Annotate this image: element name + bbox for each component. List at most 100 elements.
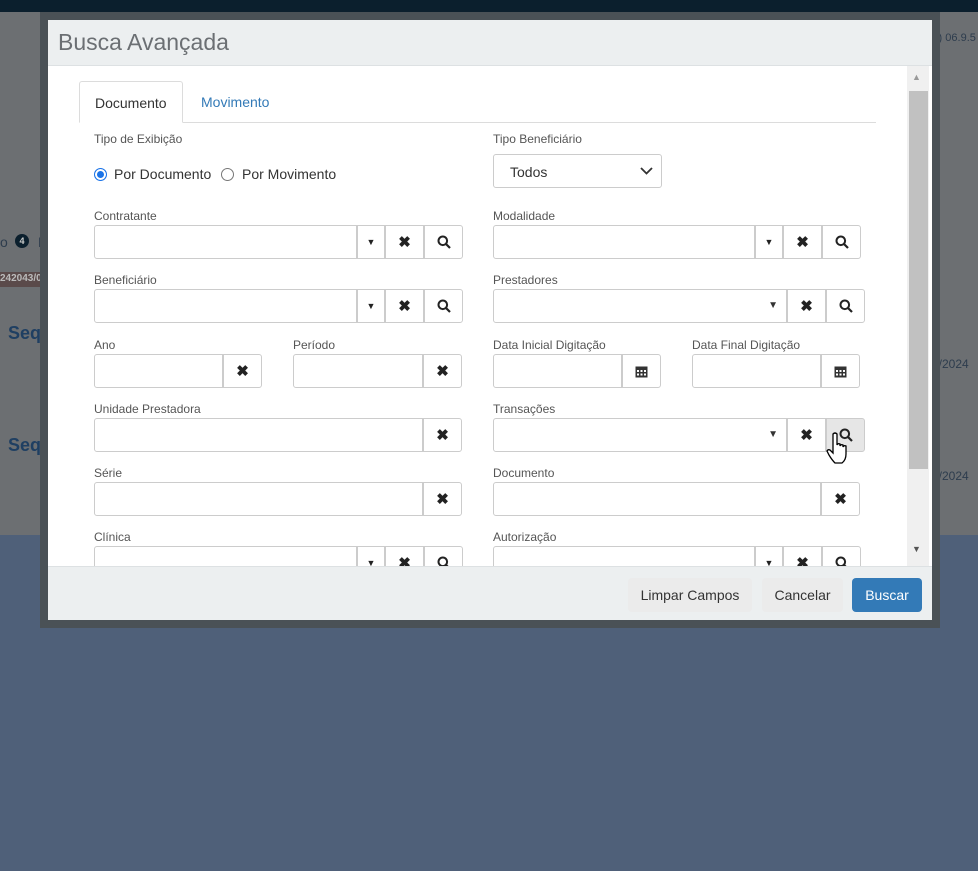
clear-icon: ✖ — [436, 491, 449, 508]
serie-label: Série — [94, 466, 123, 480]
top-bar — [0, 0, 978, 12]
modalidade-clear-button[interactable]: ✖ — [783, 225, 822, 259]
modal-body: Documento Movimento Tipo de Exibição Por… — [48, 66, 932, 566]
unidade-label: Unidade Prestadora — [94, 402, 201, 416]
beneficiario-label: Beneficiário — [94, 273, 157, 287]
dropdown-icon: ▼ — [366, 558, 376, 566]
search-icon — [437, 235, 451, 249]
search-icon — [835, 235, 849, 249]
clear-icon: ✖ — [398, 234, 411, 251]
tipo-beneficiario-select[interactable]: Todos — [493, 154, 662, 188]
serie-input[interactable] — [94, 482, 423, 516]
ano-label: Ano — [94, 338, 116, 352]
transacoes-select[interactable]: ▼ — [493, 418, 787, 452]
unidade-input[interactable] — [94, 418, 423, 452]
modalidade-input[interactable] — [493, 225, 755, 259]
documento-clear-button[interactable]: ✖ — [821, 482, 860, 516]
clear-icon: ✖ — [796, 234, 809, 251]
radio-label-por-movimento[interactable]: Por Movimento — [242, 166, 336, 182]
tab-movimento[interactable]: Movimento — [186, 81, 284, 123]
hand-cursor-icon — [826, 432, 847, 464]
prestadores-select[interactable]: ▼ — [493, 289, 787, 323]
data_inicial-label: Data Inicial Digitação — [493, 338, 606, 352]
scrollbar-thumb[interactable] — [909, 91, 928, 469]
transacoes-label: Transações — [493, 402, 556, 416]
autorizacao-dropdown-button[interactable]: ▼ — [755, 546, 783, 566]
tab-divider — [79, 122, 876, 123]
contratante-search-button[interactable] — [424, 225, 463, 259]
clear-icon: ✖ — [398, 555, 411, 566]
clinica-search-button[interactable] — [424, 546, 463, 566]
radio-por-documento[interactable] — [94, 168, 107, 181]
transacoes-clear-button[interactable]: ✖ — [787, 418, 826, 452]
data_final-calendar-button[interactable] — [821, 354, 860, 388]
tipo-beneficiario-value: Todos — [510, 164, 548, 180]
contratante-label: Contratante — [94, 209, 157, 223]
clear-icon: ✖ — [436, 427, 449, 444]
periodo-label: Período — [293, 338, 336, 352]
chevron-down-icon — [640, 167, 653, 175]
calendar-icon — [834, 365, 847, 378]
ano-input[interactable] — [94, 354, 223, 388]
search-icon — [835, 556, 849, 566]
data_inicial-input[interactable] — [493, 354, 622, 388]
data_final-label: Data Final Digitação — [692, 338, 801, 352]
data_final-input[interactable] — [692, 354, 821, 388]
contratante-input[interactable] — [94, 225, 357, 259]
periodo-input[interactable] — [293, 354, 423, 388]
tab-documento[interactable]: Documento — [79, 81, 183, 123]
contratante-dropdown-button[interactable]: ▼ — [357, 225, 385, 259]
beneficiario-input[interactable] — [94, 289, 357, 323]
prestadores-label: Prestadores — [493, 273, 558, 287]
autorizacao-label: Autorização — [493, 530, 557, 544]
autorizacao-input[interactable] — [493, 546, 755, 566]
bg-text: o — [0, 234, 8, 250]
search-icon — [839, 299, 853, 313]
modal-footer: Limpar Campos Cancelar Buscar — [48, 566, 932, 620]
scroll-down-icon[interactable]: ▼ — [912, 544, 921, 554]
scroll-up-icon[interactable]: ▲ — [912, 72, 921, 82]
clinica-dropdown-button[interactable]: ▼ — [357, 546, 385, 566]
clinica-input[interactable] — [94, 546, 357, 566]
dropdown-icon: ▼ — [764, 237, 774, 247]
autorizacao-search-button[interactable] — [822, 546, 861, 566]
clear-icon: ✖ — [800, 298, 813, 315]
documento-input[interactable] — [493, 482, 821, 516]
clear-icon: ✖ — [236, 363, 249, 380]
radio-por-movimento[interactable] — [221, 168, 234, 181]
count-badge: 4 — [15, 234, 29, 248]
ano-clear-button[interactable]: ✖ — [223, 354, 262, 388]
prestadores-clear-button[interactable]: ✖ — [787, 289, 826, 323]
unidade-clear-button[interactable]: ✖ — [423, 418, 462, 452]
modalidade-search-button[interactable] — [822, 225, 861, 259]
prestadores-search-button[interactable] — [826, 289, 865, 323]
calendar-icon — [635, 365, 648, 378]
autorizacao-clear-button[interactable]: ✖ — [783, 546, 822, 566]
caret-down-icon: ▼ — [768, 429, 778, 440]
tipo-exibicao-label: Tipo de Exibição — [94, 132, 183, 146]
tipo-beneficiario-label: Tipo Beneficiário — [493, 132, 582, 146]
beneficiario-search-button[interactable] — [424, 289, 463, 323]
clear-icon: ✖ — [800, 427, 813, 444]
radio-label-por-documento[interactable]: Por Documento — [114, 166, 211, 182]
periodo-clear-button[interactable]: ✖ — [423, 354, 462, 388]
modalidade-label: Modalidade — [493, 209, 556, 223]
clear-icon: ✖ — [834, 491, 847, 508]
cancel-button[interactable]: Cancelar — [762, 578, 843, 612]
scrollbar[interactable]: ▲ ▼ — [907, 66, 929, 566]
clear-fields-button[interactable]: Limpar Campos — [628, 578, 752, 612]
beneficiario-clear-button[interactable]: ✖ — [385, 289, 424, 323]
clear-icon: ✖ — [398, 298, 411, 315]
serie-clear-button[interactable]: ✖ — [423, 482, 462, 516]
modalidade-dropdown-button[interactable]: ▼ — [755, 225, 783, 259]
search-icon — [437, 299, 451, 313]
contratante-clear-button[interactable]: ✖ — [385, 225, 424, 259]
search-icon — [437, 556, 451, 566]
documento-label: Documento — [493, 466, 555, 480]
dropdown-icon: ▼ — [366, 237, 376, 247]
data_inicial-calendar-button[interactable] — [622, 354, 661, 388]
dropdown-icon: ▼ — [366, 301, 376, 311]
search-button[interactable]: Buscar — [852, 578, 922, 612]
beneficiario-dropdown-button[interactable]: ▼ — [357, 289, 385, 323]
clinica-clear-button[interactable]: ✖ — [385, 546, 424, 566]
